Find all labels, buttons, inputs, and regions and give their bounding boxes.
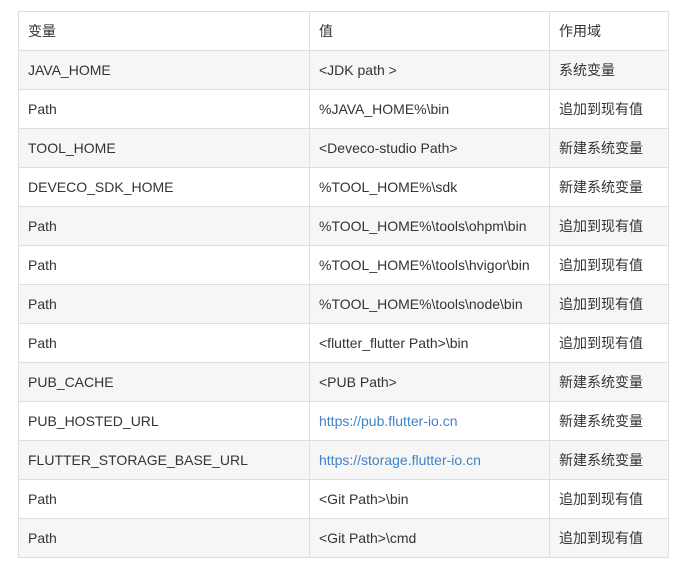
cell-scope: 追加到现有值 [549, 89, 669, 129]
table-row: JAVA_HOME <JDK path > 系统变量 [18, 50, 669, 90]
cell-value: <JDK path > [309, 50, 550, 90]
value-link[interactable]: https://storage.flutter-io.cn [319, 452, 481, 468]
cell-value: <flutter_flutter Path>\bin [309, 323, 550, 363]
cell-value: %JAVA_HOME%\bin [309, 89, 550, 129]
cell-scope: 新建系统变量 [549, 167, 669, 207]
cell-scope: 追加到现有值 [549, 518, 669, 558]
header-value: 值 [309, 11, 550, 51]
cell-variable: Path [18, 206, 310, 246]
header-row: 变量 值 作用域 [18, 11, 669, 51]
table-body: JAVA_HOME <JDK path > 系统变量 Path %JAVA_HOME%\… [18, 50, 669, 558]
cell-value: %TOOL_HOME%\tools\hvigor\bin [309, 245, 550, 285]
table-row: PUB_CACHE <PUB Path> 新建系统变量 [18, 362, 669, 402]
table-row: Path <Git Path>\bin 追加到现有值 [18, 479, 669, 519]
table-row: Path <Git Path>\cmd 追加到现有值 [18, 518, 669, 558]
table-row: Path %TOOL_HOME%\tools\node\bin 追加到现有值 [18, 284, 669, 324]
table-row: FLUTTER_STORAGE_BASE_URL https://storage.… [18, 440, 669, 480]
cell-variable: Path [18, 284, 310, 324]
table-row: DEVECO_SDK_HOME %TOOL_HOME%\sdk 新建系统变量 [18, 167, 669, 207]
cell-variable: Path [18, 518, 310, 558]
cell-scope: 追加到现有值 [549, 479, 669, 519]
env-variables-table: 变量 值 作用域 JAVA_HOME <JDK path > 系统变量 Path %JA… [18, 11, 669, 558]
cell-variable: DEVECO_SDK_HOME [18, 167, 310, 207]
table-header: 变量 值 作用域 [18, 11, 669, 51]
cell-scope: 新建系统变量 [549, 440, 669, 480]
cell-variable: PUB_HOSTED_URL [18, 401, 310, 441]
table-row: TOOL_HOME <Deveco-studio Path> 新建系统变量 [18, 128, 669, 168]
cell-scope: 新建系统变量 [549, 128, 669, 168]
env-variables-table-container: 变量 值 作用域 JAVA_HOME <JDK path > 系统变量 Path %JA… [18, 11, 669, 558]
cell-variable: Path [18, 245, 310, 285]
value-link[interactable]: https://pub.flutter-io.cn [319, 413, 458, 429]
cell-variable: FLUTTER_STORAGE_BASE_URL [18, 440, 310, 480]
header-variable: 变量 [18, 11, 310, 51]
cell-scope: 系统变量 [549, 50, 669, 90]
table-row: Path <flutter_flutter Path>\bin 追加到现有值 [18, 323, 669, 363]
cell-scope: 新建系统变量 [549, 401, 669, 441]
cell-scope: 追加到现有值 [549, 245, 669, 285]
table-row: PUB_HOSTED_URL https://pub.flutter-io.cn 新… [18, 401, 669, 441]
cell-scope: 追加到现有值 [549, 206, 669, 246]
cell-variable: Path [18, 89, 310, 129]
cell-variable: Path [18, 323, 310, 363]
table-row: Path %TOOL_HOME%\tools\hvigor\bin 追加到现有值 [18, 245, 669, 285]
cell-variable: PUB_CACHE [18, 362, 310, 402]
cell-scope: 追加到现有值 [549, 284, 669, 324]
cell-variable: Path [18, 479, 310, 519]
table-row: Path %JAVA_HOME%\bin 追加到现有值 [18, 89, 669, 129]
cell-value: %TOOL_HOME%\tools\node\bin [309, 284, 550, 324]
cell-value: <PUB Path> [309, 362, 550, 402]
cell-scope: 追加到现有值 [549, 323, 669, 363]
cell-scope: 新建系统变量 [549, 362, 669, 402]
cell-value: <Git Path>\cmd [309, 518, 550, 558]
cell-value: https://pub.flutter-io.cn [309, 401, 550, 441]
cell-variable: JAVA_HOME [18, 50, 310, 90]
cell-value: https://storage.flutter-io.cn [309, 440, 550, 480]
cell-value: <Git Path>\bin [309, 479, 550, 519]
cell-value: %TOOL_HOME%\tools\ohpm\bin [309, 206, 550, 246]
cell-value: %TOOL_HOME%\sdk [309, 167, 550, 207]
table-row: Path %TOOL_HOME%\tools\ohpm\bin 追加到现有值 [18, 206, 669, 246]
header-scope: 作用域 [549, 11, 669, 51]
cell-variable: TOOL_HOME [18, 128, 310, 168]
cell-value: <Deveco-studio Path> [309, 128, 550, 168]
